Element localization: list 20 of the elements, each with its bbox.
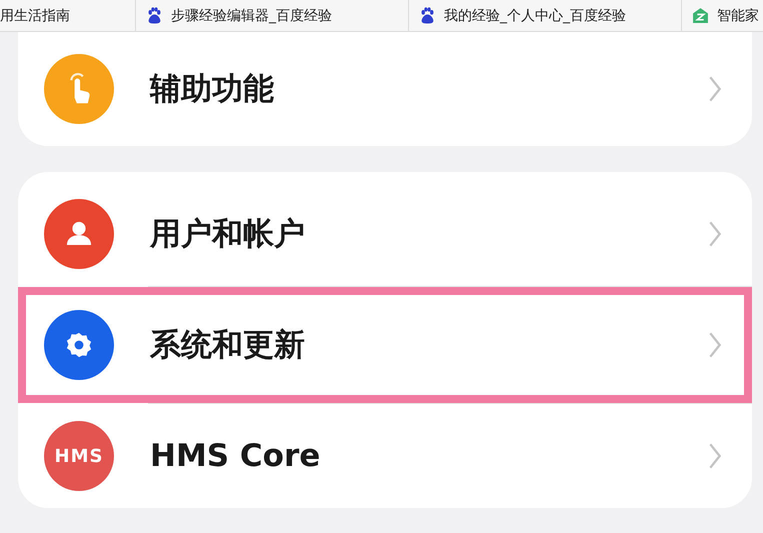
paw-icon (146, 7, 163, 24)
bookmark-tab[interactable]: 用生活指南 (0, 0, 136, 31)
row-label: 系统和更新 (150, 326, 306, 365)
bookmark-tab[interactable]: 我的经验_个人中心_百度经验 (409, 0, 682, 31)
settings-row[interactable]: 系统和更新 (18, 287, 752, 403)
bookmark-tab[interactable]: 智能家 (682, 0, 763, 31)
chevron-right-icon (708, 442, 722, 470)
chevron-right-icon (708, 331, 722, 359)
settings-row[interactable]: 辅助功能 (18, 37, 752, 141)
chevron-right-icon (708, 220, 722, 248)
row-label: 辅助功能 (150, 70, 275, 109)
house-icon (692, 7, 709, 24)
chevron-right-icon (708, 75, 722, 103)
row-label: 用户和帐户 (150, 215, 306, 254)
bookmark-tab[interactable]: 步骤经验编辑器_百度经验 (136, 0, 409, 31)
icon-label: HMS (54, 446, 104, 466)
paw-icon (419, 7, 436, 24)
row-label: HMS Core (150, 438, 322, 474)
settings-row[interactable]: 用户和帐户 (18, 182, 752, 286)
settings-row[interactable]: HMS HMS Core (18, 404, 752, 508)
